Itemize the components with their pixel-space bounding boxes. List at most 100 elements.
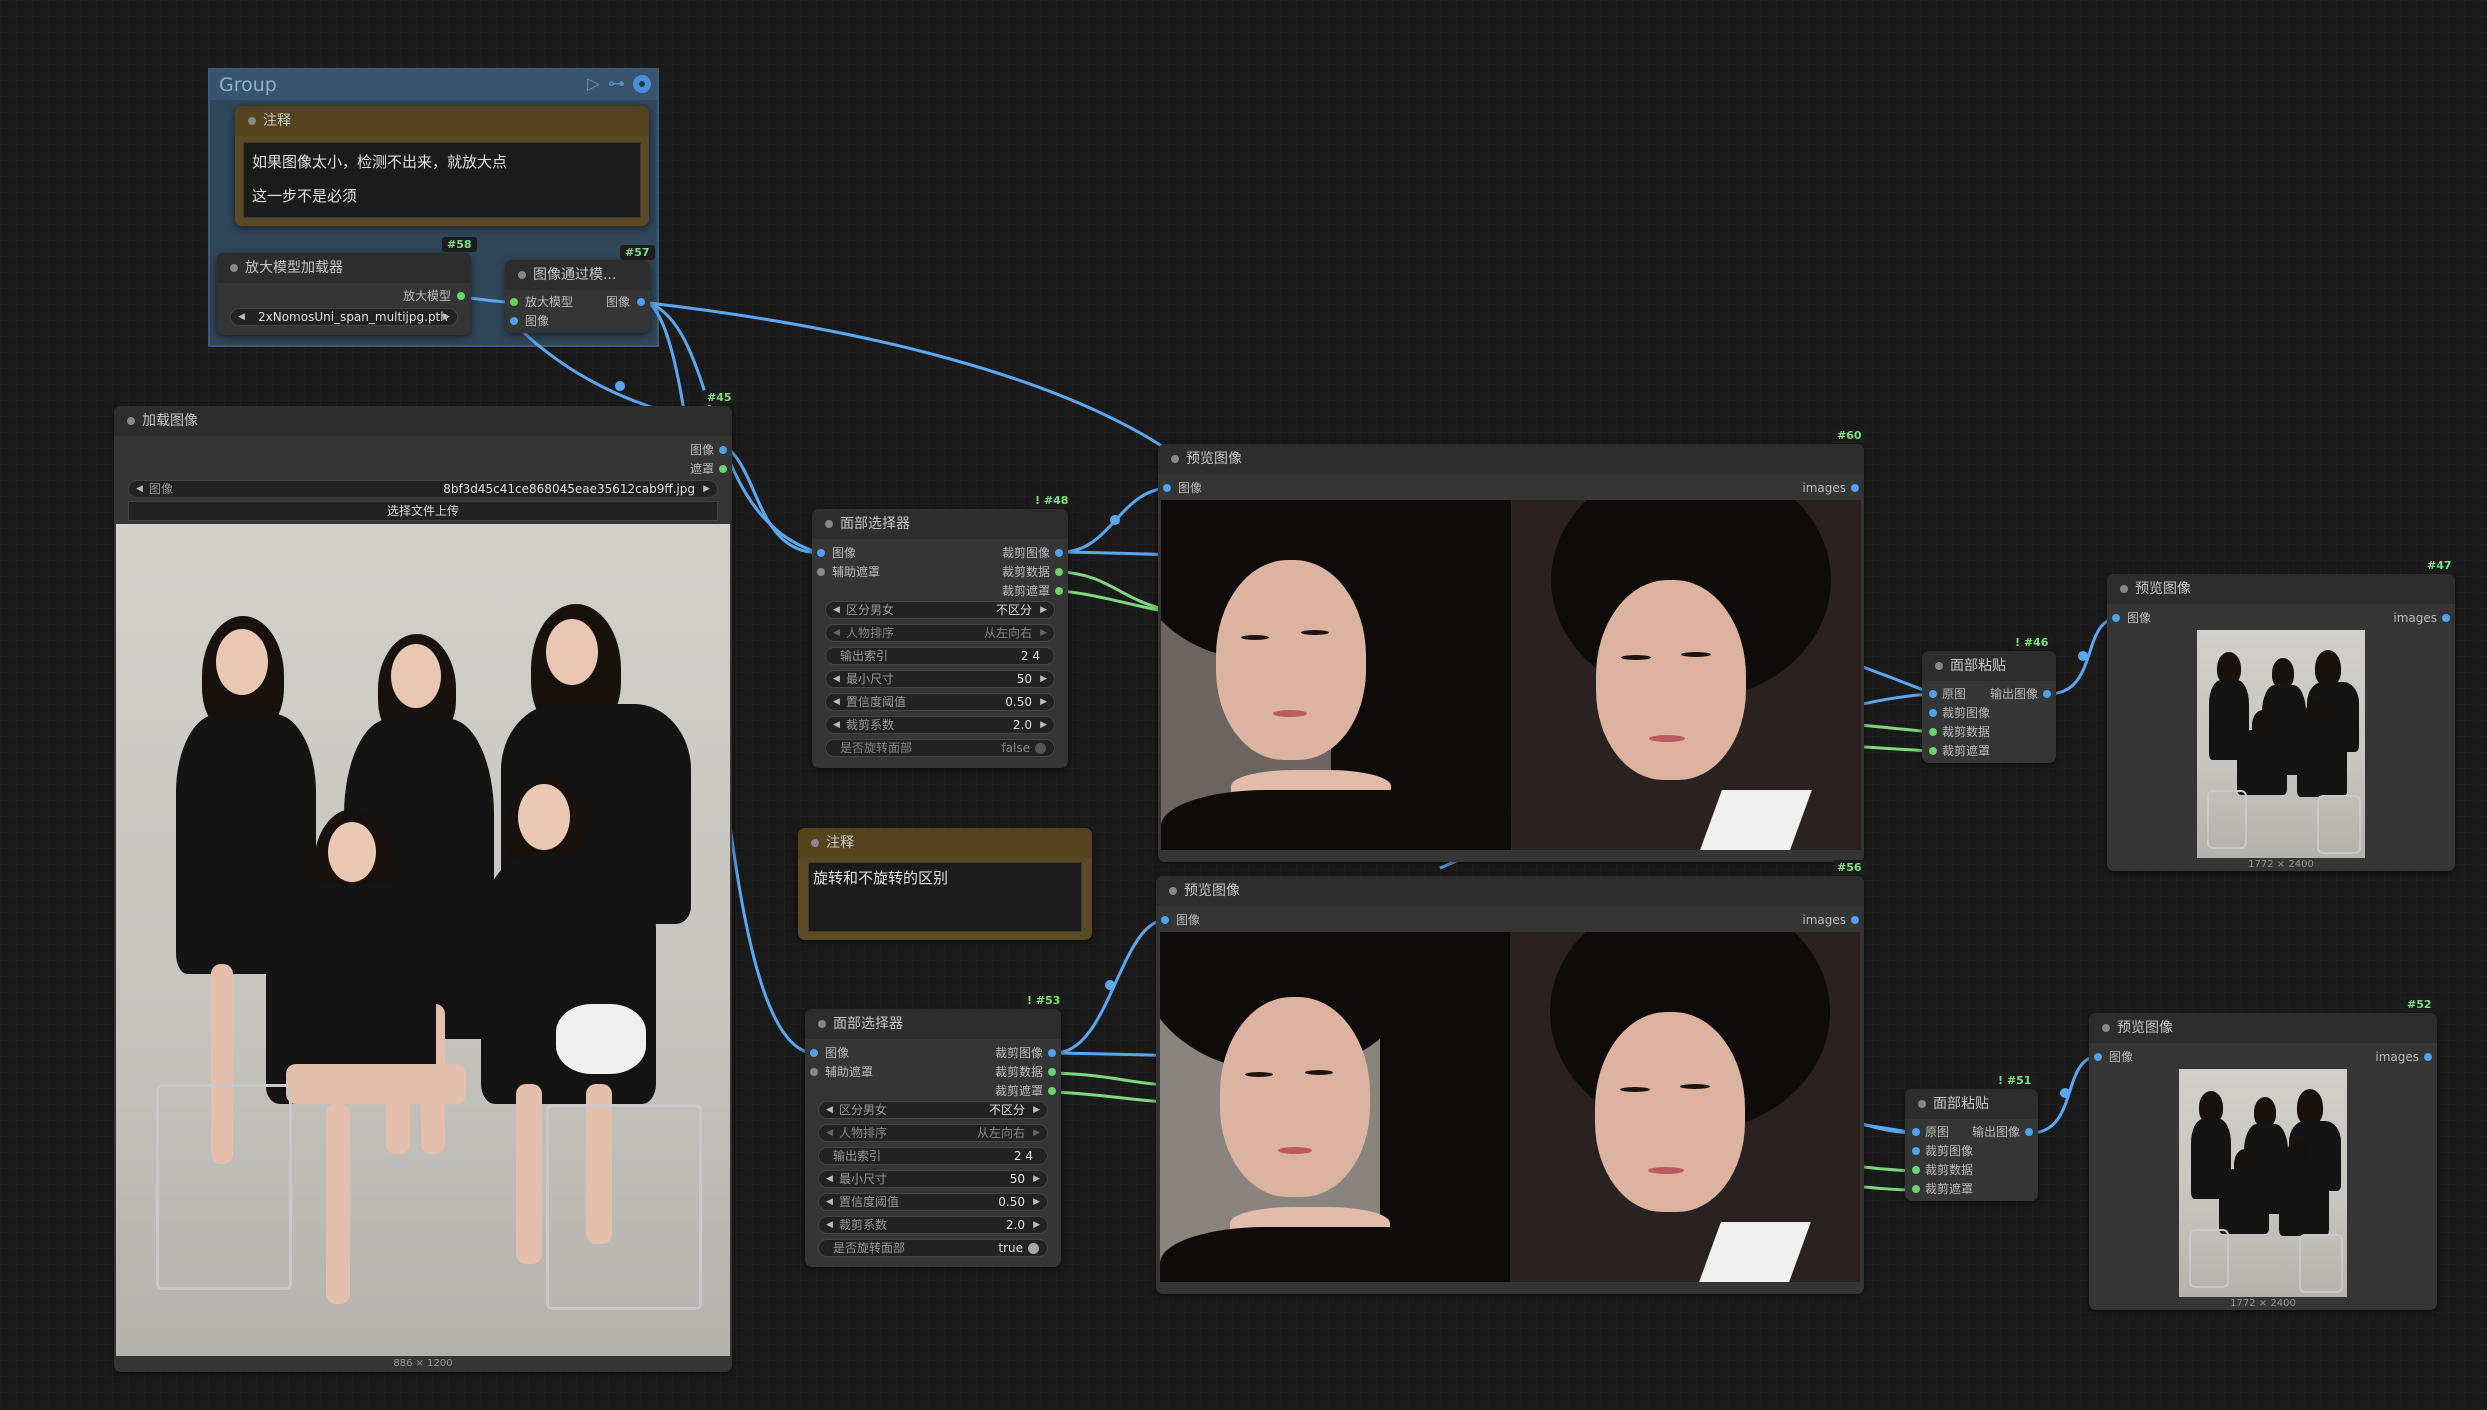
input-slot[interactable] bbox=[1912, 1147, 1920, 1155]
output-index-field[interactable]: 输出索引 2 4 bbox=[818, 1147, 1048, 1165]
image-file-combo[interactable]: ◀ 图像 8bf3d45c41ce868045eae35612cab9ff.jp… bbox=[128, 480, 718, 498]
node-title[interactable]: 预览图像 bbox=[1156, 876, 1864, 906]
output-slot[interactable] bbox=[2424, 1053, 2432, 1061]
upscale-image-node[interactable]: 图像通过模... 放大模型 图像 图像 bbox=[505, 260, 650, 333]
arrow-left-icon[interactable]: ◀ bbox=[136, 481, 143, 497]
note-text-area[interactable]: 如果图像太小，检测不出来，就放大点 这一步不是必须 bbox=[243, 142, 641, 218]
output-slot[interactable] bbox=[2025, 1128, 2033, 1136]
input-slot[interactable] bbox=[817, 568, 825, 576]
input-slot[interactable] bbox=[1929, 728, 1937, 736]
gender-combo[interactable]: ◀ 区分男女 不区分 ▶ bbox=[818, 1101, 1048, 1119]
arrow-right-icon[interactable]: ▶ bbox=[1040, 602, 1047, 618]
node-title[interactable]: 预览图像 bbox=[2089, 1013, 2437, 1043]
face-selector-node-2[interactable]: 面部选择器 图像 辅助遮罩 裁剪图像 裁剪数据 裁剪遮罩 ◀ 区分男女 不区分 … bbox=[805, 1009, 1061, 1267]
input-slot[interactable] bbox=[1161, 916, 1169, 924]
node-title[interactable]: 面部粘贴 bbox=[1905, 1089, 2038, 1119]
output-slot[interactable] bbox=[2043, 690, 2051, 698]
load-image-node[interactable]: 加载图像 图像 遮罩 ◀ 图像 8bf3d45c41ce868045eae356… bbox=[114, 406, 732, 1372]
arrow-right-icon[interactable]: ▶ bbox=[1033, 1194, 1040, 1210]
input-slot[interactable] bbox=[1912, 1185, 1920, 1193]
play-icon[interactable]: ▷ bbox=[587, 73, 600, 95]
rotate-face-toggle[interactable]: 是否旋转面部 true bbox=[818, 1239, 1048, 1257]
input-slot[interactable] bbox=[2112, 614, 2120, 622]
group-title-bar[interactable]: Group ▷ ⊶ bbox=[210, 70, 657, 100]
output-slot[interactable] bbox=[1048, 1068, 1056, 1076]
face-selector-node-1[interactable]: 面部选择器 图像 辅助遮罩 裁剪图像 裁剪数据 裁剪遮罩 ◀ 区分男女 不区分 … bbox=[812, 509, 1068, 768]
arrow-right-icon[interactable]: ▶ bbox=[1033, 1125, 1040, 1141]
arrow-right-icon[interactable]: ▶ bbox=[1033, 1102, 1040, 1118]
preview-image-node-56[interactable]: 预览图像 图像 images bbox=[1156, 876, 1864, 1294]
model-name-combo[interactable]: ◀ 2xNomosUni_span_multijpg.pth ▶ bbox=[230, 308, 458, 326]
output-index-field[interactable]: 输出索引 2 4 bbox=[825, 647, 1055, 665]
arrow-right-icon[interactable]: ▶ bbox=[1040, 625, 1047, 641]
arrow-left-icon[interactable]: ◀ bbox=[826, 1194, 833, 1210]
node-title[interactable]: 预览图像 bbox=[2107, 574, 2455, 604]
output-slot[interactable] bbox=[2442, 614, 2450, 622]
output-slot[interactable] bbox=[1055, 587, 1063, 595]
output-slot[interactable] bbox=[1851, 484, 1859, 492]
upscale-model-loader-node[interactable]: 放大模型加载器 放大模型 ◀ 2xNomosUni_span_multijpg.… bbox=[217, 253, 471, 335]
node-title[interactable]: 加载图像 bbox=[114, 406, 732, 436]
arrow-right-icon[interactable]: ▶ bbox=[1033, 1217, 1040, 1233]
input-slot[interactable] bbox=[510, 317, 518, 325]
bypass-icon[interactable]: ⊶ bbox=[608, 73, 625, 95]
arrow-right-icon[interactable]: ▶ bbox=[1040, 717, 1047, 733]
toggle-knob[interactable] bbox=[1028, 1243, 1039, 1254]
input-slot[interactable] bbox=[817, 549, 825, 557]
output-slot[interactable] bbox=[719, 465, 727, 473]
note-text-area[interactable]: 旋转和不旋转的区别 bbox=[808, 862, 1082, 932]
min-size-stepper[interactable]: ◀ 最小尺寸 50 ▶ bbox=[825, 670, 1055, 688]
sort-order-combo[interactable]: ◀ 人物排序 从左向右 ▶ bbox=[825, 624, 1055, 642]
arrow-left-icon[interactable]: ◀ bbox=[833, 717, 840, 733]
input-slot[interactable] bbox=[1163, 484, 1171, 492]
rotate-face-toggle[interactable]: 是否旋转面部 false bbox=[825, 739, 1055, 757]
input-slot[interactable] bbox=[810, 1068, 818, 1076]
arrow-left-icon[interactable]: ◀ bbox=[833, 602, 840, 618]
output-slot[interactable] bbox=[1048, 1049, 1056, 1057]
output-slot[interactable] bbox=[457, 292, 465, 300]
input-slot[interactable] bbox=[1929, 747, 1937, 755]
confidence-stepper[interactable]: ◀ 置信度阈值 0.50 ▶ bbox=[818, 1193, 1048, 1211]
arrow-left-icon[interactable]: ◀ bbox=[833, 625, 840, 641]
preview-image-node-47[interactable]: 预览图像 图像 images 1772 × 2400 bbox=[2107, 574, 2455, 871]
node-title[interactable]: 面部选择器 bbox=[805, 1009, 1061, 1039]
gender-combo[interactable]: ◀ 区分男女 不区分 ▶ bbox=[825, 601, 1055, 619]
node-title[interactable]: 预览图像 bbox=[1158, 444, 1864, 474]
arrow-left-icon[interactable]: ◀ bbox=[826, 1125, 833, 1141]
output-slot[interactable] bbox=[1048, 1087, 1056, 1095]
arrow-left-icon[interactable]: ◀ bbox=[833, 671, 840, 687]
input-slot[interactable] bbox=[1912, 1128, 1920, 1136]
arrow-right-icon[interactable]: ▶ bbox=[1040, 694, 1047, 710]
confidence-stepper[interactable]: ◀ 置信度阈值 0.50 ▶ bbox=[825, 693, 1055, 711]
arrow-left-icon[interactable]: ◀ bbox=[826, 1217, 833, 1233]
arrow-left-icon[interactable]: ◀ bbox=[826, 1102, 833, 1118]
output-slot[interactable] bbox=[1055, 549, 1063, 557]
arrow-left-icon[interactable]: ◀ bbox=[826, 1171, 833, 1187]
node-title[interactable]: 面部粘贴 bbox=[1922, 651, 2056, 681]
crop-factor-stepper[interactable]: ◀ 裁剪系数 2.0 ▶ bbox=[825, 716, 1055, 734]
arrow-left-icon[interactable]: ◀ bbox=[833, 694, 840, 710]
crop-factor-stepper[interactable]: ◀ 裁剪系数 2.0 ▶ bbox=[818, 1216, 1048, 1234]
input-slot[interactable] bbox=[1929, 709, 1937, 717]
output-slot[interactable] bbox=[637, 298, 645, 306]
face-paste-node-1[interactable]: 面部粘贴 原图 裁剪图像 裁剪数据 裁剪遮罩 输出图像 bbox=[1922, 651, 2056, 763]
input-slot[interactable] bbox=[510, 298, 518, 306]
output-slot[interactable] bbox=[719, 446, 727, 454]
input-slot[interactable] bbox=[2094, 1053, 2102, 1061]
min-size-stepper[interactable]: ◀ 最小尺寸 50 ▶ bbox=[818, 1170, 1048, 1188]
arrow-right-icon[interactable]: ▶ bbox=[443, 309, 450, 325]
arrow-left-icon[interactable]: ◀ bbox=[238, 309, 245, 325]
note-node-1[interactable]: 注释 如果图像太小，检测不出来，就放大点 这一步不是必须 bbox=[235, 106, 649, 226]
arrow-right-icon[interactable]: ▶ bbox=[1033, 1171, 1040, 1187]
upload-button[interactable]: 选择文件上传 bbox=[128, 501, 718, 521]
output-slot[interactable] bbox=[1851, 916, 1859, 924]
arrow-right-icon[interactable]: ▶ bbox=[703, 481, 710, 497]
input-slot[interactable] bbox=[1929, 690, 1937, 698]
input-slot[interactable] bbox=[810, 1049, 818, 1057]
preview-image-node-52[interactable]: 预览图像 图像 images 1772 × 2400 bbox=[2089, 1013, 2437, 1310]
node-title[interactable]: 放大模型加载器 bbox=[217, 253, 471, 283]
preview-image-node-60[interactable]: 预览图像 图像 images bbox=[1158, 444, 1864, 862]
note-title[interactable]: 注释 bbox=[798, 828, 1092, 858]
note-title[interactable]: 注释 bbox=[235, 106, 649, 136]
output-slot[interactable] bbox=[1055, 568, 1063, 576]
